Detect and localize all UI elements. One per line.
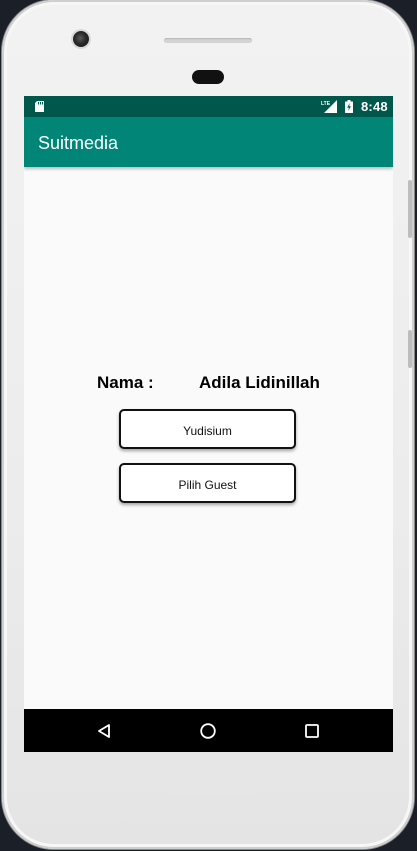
earpiece-speaker <box>164 38 252 43</box>
home-button[interactable] <box>194 717 222 745</box>
back-button[interactable] <box>90 717 118 745</box>
volume-button <box>408 330 412 368</box>
recents-icon <box>305 724 319 738</box>
recents-button[interactable] <box>298 717 326 745</box>
name-row: Nama : Adila Lidinillah <box>24 373 393 395</box>
app-title: Suitmedia <box>38 133 119 153</box>
navigation-bar <box>24 709 393 752</box>
network-label: LTE <box>321 101 331 107</box>
power-button <box>408 180 412 238</box>
screen: LTE 8:48 Suitmedia Nama : Adila Lidinill… <box>24 96 393 752</box>
lte-signal-icon: LTE <box>321 100 337 113</box>
name-value: Adila Lidinillah <box>199 373 320 392</box>
name-label: Nama : <box>97 373 154 392</box>
app-bar: Suitmedia <box>24 117 393 167</box>
front-camera <box>73 31 89 47</box>
yudisium-button[interactable]: Yudisium <box>119 409 296 449</box>
bottom-speaker <box>164 790 252 794</box>
sd-card-icon <box>35 101 44 112</box>
home-icon <box>200 723 216 739</box>
status-bar: LTE 8:48 <box>24 96 393 117</box>
battery-charging-icon <box>345 100 353 113</box>
back-icon <box>98 724 110 738</box>
phone-frame: LTE 8:48 Suitmedia Nama : Adila Lidinill… <box>2 0 414 849</box>
pilih-guest-button[interactable]: Pilih Guest <box>119 463 296 503</box>
status-time: 8:48 <box>361 99 388 114</box>
proximity-sensor <box>192 70 224 84</box>
